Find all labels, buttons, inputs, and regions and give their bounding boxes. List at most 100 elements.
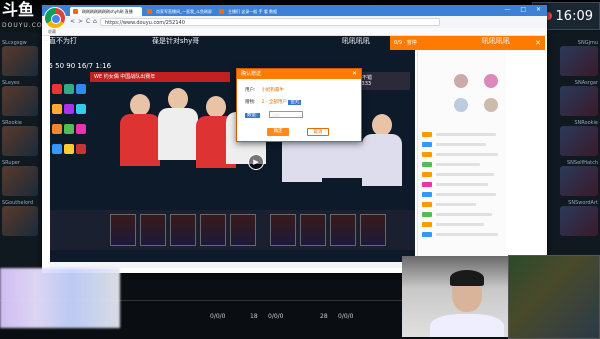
champion-name: SGouthelord <box>2 200 34 206</box>
chat-line <box>436 183 488 186</box>
champion-portrait: SNRookie <box>560 120 598 156</box>
chat-line <box>436 163 480 166</box>
dialog-title: 确认赠送 <box>241 71 262 77</box>
caster-name: 一直不为打 <box>42 37 77 45</box>
hud-stat: 0/0/0 <box>338 313 354 320</box>
fan-badge <box>422 182 432 187</box>
webcam-hair <box>450 270 484 286</box>
reload-button[interactable]: C <box>86 18 90 25</box>
gift-confirm-dialog: 确认赠送 ✕ 用户: 小奶狗最牛 赠物: 2 - 全部用户 鱼丸 数量: 200 ▾ … <box>236 68 362 142</box>
champion-portrait: SRuper <box>2 160 38 196</box>
chat-line <box>436 203 476 206</box>
fan-badge <box>422 232 432 237</box>
browser-tab[interactable]: 主播们 这录一般 手 看 数据 <box>216 7 286 16</box>
clock-text: 16:09 <box>555 9 593 24</box>
avatar[interactable] <box>484 74 498 88</box>
player-figure <box>362 114 402 186</box>
chevron-down-icon: ▾ <box>298 113 301 118</box>
home-button[interactable]: ⌂ <box>93 18 97 25</box>
tab-bar: 刷刷刷刷刷刷刷shyh刷 直播 肖家军直播间_一直我_斗鱼刷屏 主播们 这录一般… <box>42 5 547 16</box>
champion-portrait: SLcxgsgw <box>2 40 38 76</box>
champion-portrait: SNSelfHatch <box>560 160 598 196</box>
chat-line <box>436 213 492 216</box>
champion-name: SNGjmu <box>577 40 598 46</box>
champion-name: SLcxgsgw <box>2 40 27 46</box>
score-ticker: 25 50 90 16/7 1:16 <box>44 62 112 70</box>
url-field[interactable]: https://www.douyu.com/252140 <box>100 18 440 26</box>
fan-badge <box>422 212 432 217</box>
fan-badge <box>422 192 432 197</box>
champion-card <box>270 214 296 246</box>
app-icon <box>52 104 62 114</box>
champion-portrait: SNGjmu <box>560 40 598 76</box>
stream-title-banner: WE 约女偶 中国战队出赛年 <box>90 72 230 82</box>
gift-value: 2 - 全部用户 <box>261 100 287 105</box>
quantity-select[interactable]: 200 ▾ <box>269 111 303 118</box>
app-icon <box>64 144 74 154</box>
streamer-webcam <box>402 256 512 337</box>
dialog-user-row: 用户: 小奶狗最牛 <box>245 87 284 93</box>
chat-side-panel <box>417 36 506 268</box>
fan-badge <box>422 132 432 137</box>
chat-line <box>436 233 498 236</box>
browser-tab[interactable]: 刷刷刷刷刷刷刷shyh刷 直播 <box>70 7 142 16</box>
desktop-icons <box>50 80 90 280</box>
close-icon[interactable]: ✕ <box>352 69 357 79</box>
champion-portrait: SRookie <box>2 120 38 156</box>
player-figure <box>120 94 160 166</box>
champion-portrait: SGouthelord <box>2 200 38 236</box>
app-icon <box>52 144 62 154</box>
champion-name: SRuper <box>2 160 20 166</box>
caster-name: 吼吼吼吼 <box>342 37 370 45</box>
fan-badge <box>422 202 432 207</box>
tab-favicon-icon <box>73 9 78 14</box>
champion-portrait: SNAsrgar <box>560 80 598 116</box>
caster-name-row: 一直不为打 葆是针对shy哥 吼吼吼吼 吼吼吼吼 <box>42 36 542 50</box>
dialog-qty-row: 数量: <box>245 112 260 118</box>
champion-name: SNSelfHatch <box>566 160 598 166</box>
tab-label: 刷刷刷刷刷刷刷shyh刷 直播 <box>82 9 133 14</box>
right-team-rail: SNGjmu SNAsrgar SNRookie SNSelfHatch SNS… <box>545 36 600 266</box>
user-label: 用户: <box>245 88 256 93</box>
champion-name: SLeyes <box>2 80 20 86</box>
browser-logo-icon[interactable] <box>44 7 66 29</box>
bookmarks-bar[interactable]: 收藏 <box>42 28 547 36</box>
champion-card <box>360 214 386 246</box>
browser-tab[interactable]: 肖家军直播间_一直我_斗鱼刷屏 <box>144 7 214 16</box>
quantity-value: 200 <box>272 113 280 118</box>
fan-badge <box>422 172 432 177</box>
app-icon <box>76 104 86 114</box>
avatar[interactable] <box>484 98 498 112</box>
user-value: 小奶狗最牛 <box>261 88 285 93</box>
app-icon <box>52 84 62 94</box>
window-controls[interactable]: — □ ✕ <box>504 6 545 13</box>
chat-line <box>436 193 496 196</box>
back-button[interactable]: < <box>70 18 75 25</box>
caster-name: 葆是针对shy哥 <box>152 37 200 45</box>
avatar[interactable] <box>454 74 468 88</box>
champion-card <box>230 214 256 246</box>
chat-line <box>436 173 494 176</box>
forward-button[interactable]: > <box>78 18 83 25</box>
champion-card <box>300 214 326 246</box>
app-icon <box>64 104 74 114</box>
avatar[interactable] <box>454 98 468 112</box>
gift-highlight[interactable]: 鱼丸 <box>288 100 302 105</box>
app-icon <box>64 124 74 134</box>
chat-line <box>436 143 486 146</box>
hud-stat: 28 <box>320 313 328 320</box>
tab-favicon-icon <box>147 9 152 14</box>
play-icon[interactable]: ▶ <box>248 154 264 170</box>
fan-badge <box>422 222 432 227</box>
app-icon <box>64 84 74 94</box>
app-icon <box>76 144 86 154</box>
champion-name: SNAsrgar <box>574 80 598 86</box>
gift-label: 赠物: <box>245 100 256 105</box>
champion-portrait: SNSwordArt <box>560 200 598 236</box>
champion-card <box>200 214 226 246</box>
confirm-button[interactable]: 确定 <box>267 128 289 136</box>
cancel-button[interactable]: 取消 <box>307 128 329 136</box>
app-icon <box>76 84 86 94</box>
champion-portrait: SLeyes <box>2 80 38 116</box>
tab-label: 肖家军直播间_一直我_斗鱼刷屏 <box>156 9 212 14</box>
